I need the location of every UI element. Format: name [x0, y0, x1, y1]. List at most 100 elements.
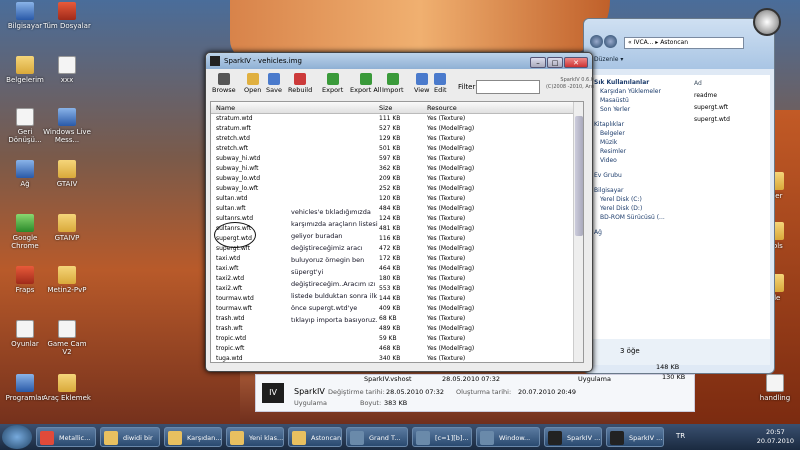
language-indicator[interactable]: TR	[676, 432, 685, 440]
desktop-icon[interactable]: GTAIVP	[42, 214, 92, 242]
toolbar-button-edit[interactable]: Edit	[434, 73, 447, 94]
table-row[interactable]: taxi.wtd 172 KB Yes (Texture)	[211, 254, 583, 264]
table-row[interactable]: sultanrs.wft 481 KB Yes (ModelFrag)	[211, 224, 583, 234]
close-button[interactable]: ✕	[564, 57, 588, 68]
toolbar-button-open[interactable]: Open	[244, 73, 261, 94]
taskbar-item[interactable]: diwidi bir	[100, 427, 160, 447]
file-item[interactable]: supergt.wtd	[694, 114, 766, 126]
sidebar-item[interactable]: BD-ROM Sürücüsü (...	[594, 213, 686, 222]
title-bar: SparkIV - vehicles.img – □ ✕	[206, 53, 592, 69]
toolbar-button-import[interactable]: Import	[382, 73, 404, 94]
table-row[interactable]: trash.wtd 68 KB Yes (Texture)	[211, 314, 583, 324]
address-bar[interactable]: « IVCA... ▸ Astoncan	[624, 37, 744, 49]
column-size[interactable]: Size	[379, 102, 392, 114]
sidebar-item[interactable]: Belgeler	[594, 129, 686, 138]
taskbar-item[interactable]: Astoncan	[288, 427, 342, 447]
toolbar-button-export-all[interactable]: Export All	[350, 73, 381, 94]
taskbar-item[interactable]: Yeni klas...	[226, 427, 284, 447]
column-name[interactable]: Name	[216, 102, 235, 114]
table-row[interactable]: supergt.wft 472 KB Yes (ModelFrag)	[211, 244, 583, 254]
table-row[interactable]: stretch.wtd 129 KB Yes (Texture)	[211, 134, 583, 144]
taskbar-app-icon	[610, 431, 624, 445]
sidebar-item[interactable]: Resimler	[594, 147, 686, 156]
sidebar-item[interactable]: Müzik	[594, 138, 686, 147]
taskbar-item[interactable]: Karşıdan...	[164, 427, 222, 447]
table-row[interactable]: supergt.wtd 116 KB Yes (Texture)	[211, 234, 583, 244]
sidebar-header-favorites[interactable]: Sık Kullanılanlar	[594, 78, 686, 87]
taskbar-item[interactable]: SparkIV ...	[606, 427, 664, 447]
organize-menu[interactable]: Düzenle ▾	[584, 53, 774, 67]
file-item[interactable]: supergt.wft	[694, 102, 766, 114]
toolbar-button-save[interactable]: Save	[266, 73, 282, 94]
back-icon[interactable]	[590, 35, 603, 48]
start-button[interactable]	[2, 425, 32, 449]
table-row[interactable]: tourmav.wft 409 KB Yes (ModelFrag)	[211, 304, 583, 314]
table-row[interactable]: subway_lo.wtd 209 KB Yes (Texture)	[211, 174, 583, 184]
sidebar-header-computer[interactable]: Bilgisayar	[594, 186, 686, 195]
minimize-button[interactable]: –	[530, 57, 546, 68]
file-item[interactable]: readme	[694, 90, 766, 102]
close-icon[interactable]	[753, 8, 781, 36]
table-row[interactable]: taxi2.wft 553 KB Yes (ModelFrag)	[211, 284, 583, 294]
size-label: Boyut:	[360, 399, 382, 407]
table-row[interactable]: tropic.wtd 59 KB Yes (Texture)	[211, 334, 583, 344]
desktop-icon[interactable]: Windows Live Mess...	[42, 108, 92, 144]
taskbar-item[interactable]: Window...	[476, 427, 540, 447]
table-row[interactable]: sultan.wtd 120 KB Yes (Texture)	[211, 194, 583, 204]
clock-date: 20.07.2010	[756, 437, 794, 445]
toolbar-button-view[interactable]: View	[414, 73, 429, 94]
desktop-icon[interactable]: GTAIV	[42, 160, 92, 188]
file-table: Name Size Resource stratum.wtd 111 KB Yes …	[210, 101, 584, 363]
column-resource[interactable]: Resource	[427, 102, 457, 114]
sidebar-header-libraries[interactable]: Kitaplıklar	[594, 120, 686, 129]
table-row[interactable]: subway_lo.wft 252 KB Yes (ModelFrag)	[211, 184, 583, 194]
toolbar-button-export[interactable]: Export	[322, 73, 343, 94]
desktop-icon[interactable]: xxx	[42, 56, 92, 84]
table-row[interactable]: stratum.wtd 111 KB Yes (Texture)	[211, 114, 583, 124]
desktop-icon[interactable]: Tüm Dosyalar	[42, 2, 92, 30]
forward-icon[interactable]	[604, 35, 617, 48]
sidebar-item-homegroup[interactable]: Ev Grubu	[594, 171, 686, 180]
toolbar-button-browse[interactable]: Browse	[212, 73, 236, 94]
explorer-window[interactable]: « IVCA... ▸ Astoncan Düzenle ▾ Sık Kulla…	[583, 18, 775, 374]
filter-input[interactable]	[476, 80, 540, 94]
table-row[interactable]: trash.wft 489 KB Yes (ModelFrag)	[211, 324, 583, 334]
desktop-icon[interactable]: Game Cam V2	[42, 320, 92, 356]
table-row[interactable]: stratum.wft 527 KB Yes (ModelFrag)	[211, 124, 583, 134]
table-row[interactable]: subway_hi.wtd 597 KB Yes (Texture)	[211, 154, 583, 164]
table-row[interactable]: tropic.wft 468 KB Yes (ModelFrag)	[211, 344, 583, 354]
table-row[interactable]: subway_hi.wft 362 KB Yes (ModelFrag)	[211, 164, 583, 174]
sidebar-item[interactable]: Yerel Disk (D:)	[594, 204, 686, 213]
desktop-icon[interactable]: Araç Eklemek	[42, 374, 92, 402]
sidebar-item[interactable]: Yerel Disk (C:)	[594, 195, 686, 204]
taskbar-item[interactable]: [c=1][b]...	[412, 427, 472, 447]
desktop-icon-label: xxx	[60, 76, 74, 84]
table-row[interactable]: taxi2.wtd 180 KB Yes (Texture)	[211, 274, 583, 284]
desktop-icon[interactable]: Metin2-PvP	[42, 266, 92, 294]
sidebar-item-network[interactable]: Ağ	[594, 228, 686, 237]
taskbar-item[interactable]: Metallic...	[36, 427, 96, 447]
cell-size: 340 KB	[379, 355, 401, 362]
table-row[interactable]: sultanrs.wtd 124 KB Yes (Texture)	[211, 214, 583, 224]
sidebar-item[interactable]: Karşıdan Yüklemeler	[594, 87, 686, 96]
toolbar-button-rebuild[interactable]: Rebuild	[288, 73, 312, 94]
table-row[interactable]: tourmav.wtd 144 KB Yes (Texture)	[211, 294, 583, 304]
clock[interactable]: 20:57 20.07.2010	[757, 428, 794, 446]
table-row[interactable]: tuga.wtd 340 KB Yes (Texture)	[211, 354, 583, 362]
table-row[interactable]: taxi.wft 464 KB Yes (ModelFrag)	[211, 264, 583, 274]
table-row[interactable]: stretch.wft 501 KB Yes (ModelFrag)	[211, 144, 583, 154]
taskbar-item[interactable]: Grand T...	[346, 427, 408, 447]
desktop-icon[interactable]: handling	[752, 374, 798, 402]
info-name: SparkIV	[294, 387, 325, 396]
scrollbar-thumb[interactable]	[575, 116, 583, 236]
table-row[interactable]: sultan.wft 484 KB Yes (ModelFrag)	[211, 204, 583, 214]
scrollbar[interactable]	[573, 102, 583, 362]
sidebar-item[interactable]: Video	[594, 156, 686, 165]
maximize-button[interactable]: □	[547, 57, 563, 68]
column-header-name[interactable]: Ad	[694, 78, 766, 90]
taskbar-item[interactable]: SparkIV ...	[544, 427, 602, 447]
sidebar-item[interactable]: Son Yerler	[594, 105, 686, 114]
cell-resource: Yes (ModelFrag)	[427, 305, 475, 312]
sidebar-item[interactable]: Masaüstü	[594, 96, 686, 105]
sparkiv-window[interactable]: SparkIV - vehicles.img – □ ✕ Browse Open Sav…	[205, 52, 594, 372]
